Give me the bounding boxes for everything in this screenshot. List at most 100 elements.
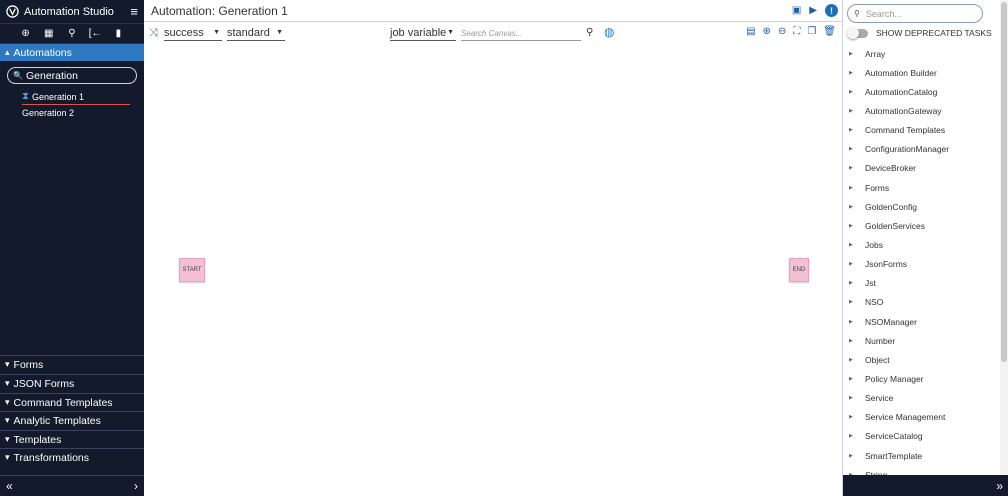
save-icon[interactable]: ▣ <box>792 5 801 16</box>
expand-arrow-icon: ▶ <box>849 433 853 440</box>
variable-value: job variable <box>390 26 447 39</box>
sidebar-item-generation-2[interactable]: Generation 2 <box>0 105 144 121</box>
search-icon[interactable]: ⚲ <box>65 28 79 39</box>
task-item[interactable]: ▶ Jobs <box>843 235 1001 254</box>
task-item[interactable]: ▶ NSO <box>843 293 1001 312</box>
chevron-down-icon: ▾ <box>5 378 10 388</box>
expand-panel-icon[interactable]: » <box>996 479 1003 493</box>
section-analytic-templates[interactable]: ▾ Analytic Templates <box>0 411 144 429</box>
status-value: success <box>164 26 204 39</box>
task-item[interactable]: ▶ Command Templates <box>843 121 1001 140</box>
notes-icon[interactable]: ▤ <box>746 26 755 37</box>
task-item[interactable]: ▶ GoldenServices <box>843 216 1001 235</box>
task-item[interactable]: ▶ Number <box>843 331 1001 350</box>
expand-arrow-icon: ▶ <box>849 222 853 229</box>
itential-logo-icon <box>6 5 19 18</box>
expand-arrow-icon: ▶ <box>849 395 853 402</box>
expand-arrow-icon: ▶ <box>849 261 853 268</box>
sidebar-item-generation-1[interactable]: ⧗ Generation 1 <box>22 89 130 105</box>
task-panel: ⚲ Search... SHOW DEPRECATED TASKS ▶ Array… <box>842 0 1008 496</box>
sidebar-search-input[interactable]: 🔍 Generation <box>7 67 137 84</box>
end-node[interactable]: END <box>789 258 809 282</box>
add-icon[interactable]: ⊕ <box>19 28 33 39</box>
task-item[interactable]: ▶ SmartTemplate <box>843 446 1001 465</box>
delete-icon[interactable]: 🗑 <box>823 26 836 37</box>
task-item[interactable]: ▶ ConfigurationManager <box>843 140 1001 159</box>
task-item[interactable]: ▶ JsonForms <box>843 255 1001 274</box>
status-dropdown[interactable]: success ▼ <box>164 25 222 41</box>
info-icon[interactable]: ! <box>825 4 838 17</box>
canvas-search-placeholder: Search Canvas... <box>461 28 523 38</box>
task-label: GoldenConfig <box>865 201 917 212</box>
workflow-canvas[interactable]: START END <box>144 44 842 496</box>
search-icon[interactable]: ⚲ <box>586 27 593 38</box>
search-icon: ⚲ <box>854 9 860 18</box>
section-forms[interactable]: ▾ Forms <box>0 355 144 373</box>
search-icon: 🔍 <box>13 71 23 80</box>
expand-right-icon[interactable]: › <box>134 479 138 493</box>
section-automations[interactable]: ▴ Automations <box>0 44 144 61</box>
mode-dropdown[interactable]: standard ▼ <box>227 25 285 41</box>
section-label: JSON Forms <box>13 377 75 390</box>
task-item[interactable]: ▶ Automation Builder <box>843 63 1001 82</box>
expand-arrow-icon: ▶ <box>849 299 853 306</box>
item-label: Generation 2 <box>22 108 75 118</box>
caret-down-icon: ▼ <box>447 29 454 36</box>
task-item[interactable]: ▶ NSOManager <box>843 312 1001 331</box>
item-label: Generation 1 <box>32 91 85 102</box>
caret-down-icon: ▼ <box>213 29 220 36</box>
collapse-left-icon[interactable]: « <box>6 479 13 493</box>
deprecated-toggle[interactable] <box>847 26 868 39</box>
variable-dropdown[interactable]: job variable ▼ <box>390 25 456 41</box>
document-icon[interactable]: ▮ <box>111 28 125 39</box>
expand-arrow-icon: ▶ <box>849 184 853 191</box>
task-item[interactable]: ▶ Jst <box>843 274 1001 293</box>
copy-icon[interactable]: ❐ <box>807 26 816 37</box>
start-node[interactable]: START <box>179 258 205 282</box>
chevron-up-icon: ▴ <box>5 47 10 57</box>
task-label: Policy Manager <box>865 373 924 384</box>
task-search-input[interactable]: ⚲ Search... <box>847 4 983 23</box>
main-area: Automation: Generation 1 ▣ ▶ ! ⤨ success… <box>144 0 842 496</box>
shuffle-icon[interactable]: ⤨ <box>149 27 163 40</box>
zoom-out-icon[interactable]: ⊖ <box>778 26 786 37</box>
scrollbar-thumb[interactable] <box>1001 2 1007 362</box>
task-search-placeholder: Search... <box>865 8 902 19</box>
chevron-down-icon: ▾ <box>5 452 10 462</box>
task-item[interactable]: ▶ Array <box>843 44 1001 63</box>
section-templates[interactable]: ▾ Templates <box>0 430 144 448</box>
task-item[interactable]: ▶ ServiceCatalog <box>843 427 1001 446</box>
task-label: JsonForms <box>865 259 908 270</box>
task-item[interactable]: ▶ GoldenConfig <box>843 197 1001 216</box>
globe-icon[interactable]: ◍ <box>604 25 614 39</box>
task-label: GoldenServices <box>865 220 926 231</box>
section-command-templates[interactable]: ▾ Command Templates <box>0 393 144 411</box>
task-label: Array <box>865 48 886 59</box>
task-item[interactable]: ▶ Object <box>843 350 1001 369</box>
import-icon[interactable]: [← <box>88 28 102 39</box>
task-label: AutomationGateway <box>865 105 942 116</box>
play-icon[interactable]: ▶ <box>809 5 817 16</box>
task-label: AutomationCatalog <box>865 86 938 97</box>
hourglass-icon: ⧗ <box>22 91 30 102</box>
hamburger-icon[interactable]: ≡ <box>130 4 138 19</box>
task-item[interactable]: ▶ Service Management <box>843 408 1001 427</box>
section-json-forms[interactable]: ▾ JSON Forms <box>0 374 144 392</box>
task-item[interactable]: ▶ Policy Manager <box>843 369 1001 388</box>
task-item[interactable]: ▶ DeviceBroker <box>843 159 1001 178</box>
zoom-in-icon[interactable]: ⊕ <box>763 26 771 37</box>
task-item[interactable]: ▶ Service <box>843 389 1001 408</box>
task-item[interactable]: ▶ AutomationCatalog <box>843 82 1001 101</box>
grid-icon[interactable]: ▦ <box>42 28 56 39</box>
task-item[interactable]: ▶ AutomationGateway <box>843 101 1001 120</box>
section-label: Command Templates <box>13 396 113 409</box>
task-label: Jobs <box>865 239 883 250</box>
fit-screen-icon[interactable]: ⛶ <box>793 26 800 37</box>
task-item[interactable]: ▶ Forms <box>843 178 1001 197</box>
task-scrollbar[interactable] <box>1000 0 1008 476</box>
page-title: Automation: Generation 1 <box>151 3 288 18</box>
canvas-search-input[interactable]: Search Canvas... <box>461 26 581 41</box>
expand-arrow-icon: ▶ <box>849 69 853 76</box>
section-transformations[interactable]: ▾ Transformations <box>0 448 144 466</box>
mode-value: standard <box>227 26 270 39</box>
